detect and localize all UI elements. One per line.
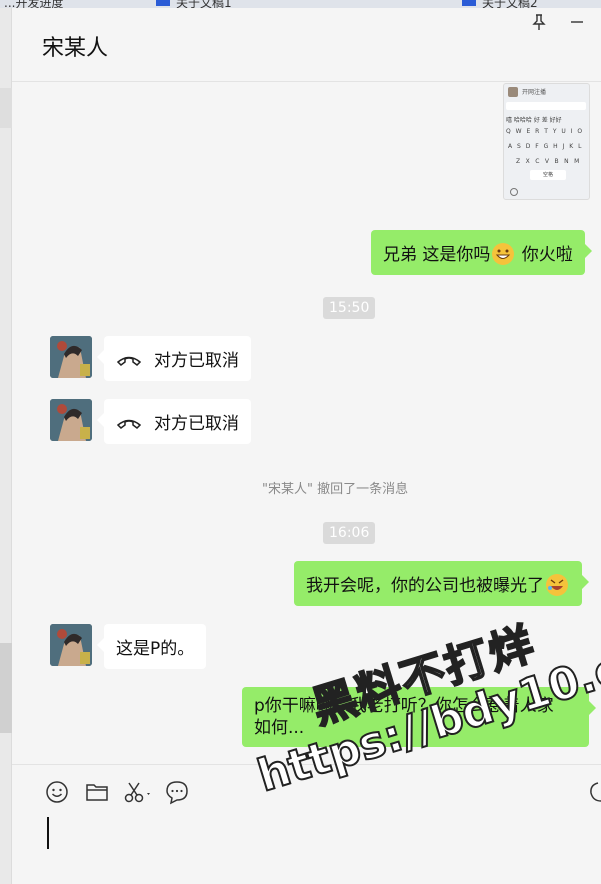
avatar[interactable] [50,624,92,666]
background-tabs: ...开发进度 关于文稿1 关于文稿2 [0,0,601,8]
call-record-bubble[interactable]: 对方已取消 [97,336,251,381]
document-icon [462,0,476,6]
chat-bubble-icon[interactable] [164,779,190,805]
document-icon [156,0,170,6]
chat-title: 宋某人 [42,36,109,61]
phone-screenshot-image[interactable]: 开网注播 嘻 哈哈哈 好 差 好好 Q W E R T Y U I O A S … [503,83,590,200]
avatar[interactable] [50,399,92,441]
timestamp: 16:06 [323,522,376,544]
avatar[interactable] [50,336,92,378]
timestamp: 15:50 [323,297,376,319]
recall-notice: "宋某人" 撤回了一条消息 [262,482,409,497]
call-record-bubble[interactable]: 对方已取消 [97,399,251,444]
text-cursor [47,817,49,849]
input-area[interactable] [12,764,601,884]
phone-hangup-icon [116,419,142,429]
scissors-icon[interactable] [122,779,154,805]
chat-window: 宋某人 开网注播 嘻 哈哈哈 好 差 好好 Q W E R T Y U I O … [12,8,601,884]
message-bubble-sent[interactable]: 我开会呢，你的公司也被曝光了 [294,561,589,606]
message-bubble-sent[interactable]: p你干嘛啊，我老打听？你怎么惹着人家 如何... [242,687,596,747]
message-bubble-received[interactable]: 这是P的。 [96,624,207,669]
background-tab: 关于文稿2 [462,0,538,8]
phone-hangup-icon [116,356,142,366]
background-tab: 关于文稿1 [156,0,232,8]
message-bubble-sent[interactable]: 兄弟 这是你吗 你火啦 [371,230,592,275]
emoji-icon[interactable] [44,779,70,805]
phone-icon[interactable] [586,779,601,805]
background-window-strip [0,8,12,884]
chat-header: 宋某人 [12,8,601,82]
grin-emoji-icon [492,243,515,265]
pin-icon[interactable] [529,12,549,32]
folder-icon[interactable] [84,779,110,805]
rofl-emoji-icon [546,574,568,596]
minimize-icon[interactable] [567,12,587,32]
message-list[interactable]: 开网注播 嘻 哈哈哈 好 差 好好 Q W E R T Y U I O A S … [12,83,601,763]
background-tab: ...开发进度 [4,0,64,8]
